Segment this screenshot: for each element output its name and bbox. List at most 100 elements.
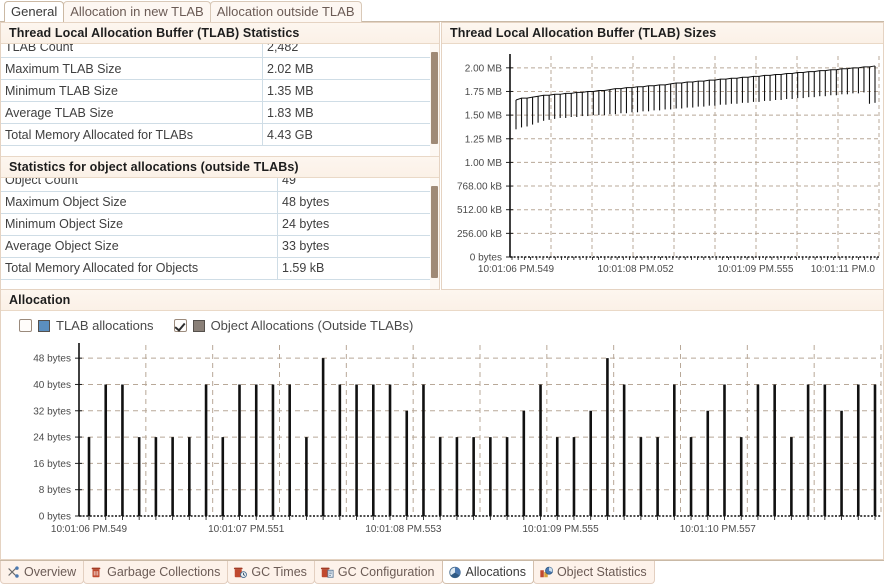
- svg-text:10:01:11 PM.0: 10:01:11 PM.0: [811, 264, 876, 275]
- svg-text:256.00 kB: 256.00 kB: [457, 229, 502, 240]
- row-key: Average Object Size: [1, 234, 278, 258]
- bottom-tab-gc-times[interactable]: GC Times: [227, 561, 315, 584]
- table-row[interactable]: Maximum TLAB Size 2.02 MB: [1, 57, 439, 80]
- tlab-allocations-label: TLAB allocations: [56, 318, 154, 333]
- svg-text:512.00 kB: 512.00 kB: [457, 205, 502, 216]
- tlab-allocations-checkbox[interactable]: [19, 319, 32, 332]
- statistics-panel: Thread Local Allocation Buffer (TLAB) St…: [0, 22, 440, 290]
- row-value: 4.43 GB: [262, 123, 439, 146]
- tlab-statistics-section: Thread Local Allocation Buffer (TLAB) St…: [1, 23, 439, 157]
- object-statistics-title: Statistics for object allocations (outsi…: [1, 156, 439, 178]
- object-table-scrollbar[interactable]: [430, 177, 439, 289]
- svg-text:10:01:08 PM.553: 10:01:08 PM.553: [365, 524, 442, 535]
- tlab-allocations-color-swatch: [38, 319, 50, 332]
- object-allocations-label: Object Allocations (Outside TLABs): [210, 318, 414, 333]
- svg-text:1.75 MB: 1.75 MB: [465, 87, 503, 98]
- bottom-tab-object-statistics-label: Object Statistics: [556, 565, 647, 579]
- row-key: Maximum TLAB Size: [1, 57, 263, 80]
- svg-text:10:01:06 PM.549: 10:01:06 PM.549: [51, 524, 128, 535]
- tlab-statistics-table: TLAB Count 2,482 Maximum TLAB Size 2.02 MB…: [1, 44, 439, 146]
- row-value: 2,482: [262, 44, 439, 58]
- table-row[interactable]: Object Count 49: [1, 177, 439, 192]
- row-key: Maximum Object Size: [1, 190, 278, 214]
- tab-general[interactable]: General: [4, 1, 65, 22]
- bottom-tab-bar: Overview Garbage Collections GC Times GC…: [0, 560, 884, 584]
- row-key: Object Count: [1, 177, 278, 192]
- table-row[interactable]: Total Memory Allocated for Objects 1.59 k…: [1, 256, 439, 280]
- row-key: TLAB Count: [1, 44, 263, 58]
- gc-config-icon: [320, 567, 334, 578]
- row-value: 33 bytes: [277, 234, 439, 258]
- tlab-sizes-panel: Thread Local Allocation Buffer (TLAB) Si…: [441, 22, 884, 290]
- bottom-tab-overview-label: Overview: [24, 565, 77, 579]
- svg-text:768.00 kB: 768.00 kB: [457, 182, 502, 193]
- tlab-statistics-title: Thread Local Allocation Buffer (TLAB) St…: [1, 23, 439, 44]
- object-statistics-table: Object Count 49 Maximum Object Size 48 byt…: [1, 177, 439, 280]
- svg-text:16 bytes: 16 bytes: [33, 459, 71, 470]
- overview-icon: [8, 566, 19, 578]
- tlab-statistics-body: TLAB Count 2,482 Maximum TLAB Size 2.02 MB…: [1, 44, 439, 156]
- svg-text:1.25 MB: 1.25 MB: [465, 134, 503, 145]
- bottom-tab-overview[interactable]: Overview: [0, 561, 85, 584]
- tab-allocation-outside-tlab-label: Allocation outside TLAB: [216, 4, 355, 19]
- table-row[interactable]: Total Memory Allocated for TLABs 4.43 GB: [1, 123, 439, 146]
- table-row[interactable]: Average Object Size 33 bytes: [1, 234, 439, 258]
- svg-text:1.00 MB: 1.00 MB: [465, 158, 503, 169]
- object-stats-icon: [540, 566, 553, 578]
- tlab-sizes-chart[interactable]: 2.00 MB 1.75 MB 1.50 MB 1.25 MB 1.00 MB 768.0…: [442, 44, 883, 310]
- svg-text:10:01:09 PM.555: 10:01:09 PM.555: [523, 524, 600, 535]
- svg-text:40 bytes: 40 bytes: [33, 380, 71, 391]
- gc-times-icon: [234, 567, 248, 579]
- tlab-table-scrollbar[interactable]: [430, 44, 439, 156]
- scrollbar-thumb[interactable]: [431, 185, 438, 278]
- scrollbar-thumb[interactable]: [431, 52, 438, 144]
- svg-text:8 bytes: 8 bytes: [39, 485, 71, 496]
- table-row[interactable]: TLAB Count 2,482: [1, 44, 439, 58]
- row-key: Total Memory Allocated for TLABs: [1, 123, 263, 146]
- allocation-legend: TLAB allocations Object Allocations (Out…: [1, 311, 883, 339]
- bottom-tab-gc-configuration-label: GC Configuration: [337, 565, 435, 579]
- row-value: 24 bytes: [277, 212, 439, 236]
- tab-allocation-in-new-tlab[interactable]: Allocation in new TLAB: [63, 1, 211, 22]
- top-tab-bar: General Allocation in new TLAB Allocatio…: [0, 0, 884, 22]
- object-allocations-checkbox[interactable]: [173, 319, 187, 332]
- bottom-tab-object-statistics[interactable]: Object Statistics: [532, 561, 655, 584]
- bottom-tab-garbage-collections-label: Garbage Collections: [107, 565, 221, 579]
- object-allocations-color-swatch: [192, 319, 205, 332]
- tlab-sizes-plot: 2.00 MB 1.75 MB 1.50 MB 1.25 MB 1.00 MB 768.0…: [457, 54, 880, 275]
- tab-general-label: General: [11, 4, 58, 19]
- row-key: Minimum Object Size: [1, 212, 278, 236]
- table-row[interactable]: Maximum Object Size 48 bytes: [1, 190, 439, 214]
- row-value: 49: [277, 177, 439, 192]
- bottom-tab-garbage-collections[interactable]: Garbage Collections: [83, 561, 229, 584]
- allocation-plot: 0 bytes 8 bytes 16 bytes 24 bytes 32 bytes 40…: [33, 343, 882, 535]
- row-key: Total Memory Allocated for Objects: [1, 256, 278, 280]
- svg-text:48 bytes: 48 bytes: [33, 354, 71, 365]
- bottom-tab-gc-times-label: GC Times: [251, 565, 307, 579]
- svg-text:24 bytes: 24 bytes: [33, 433, 71, 444]
- allocation-chart[interactable]: 0 bytes 8 bytes 16 bytes 24 bytes 32 bytes 40…: [1, 339, 883, 559]
- table-row[interactable]: Average TLAB Size 1.83 MB: [1, 101, 439, 124]
- object-statistics-section: Statistics for object allocations (outsi…: [1, 156, 439, 289]
- object-statistics-body: Object Count 49 Maximum Object Size 48 byt…: [1, 177, 439, 289]
- svg-text:10:01:08 PM.052: 10:01:08 PM.052: [598, 264, 675, 275]
- row-value: 1.83 MB: [262, 101, 439, 124]
- bottom-tab-allocations-label: Allocations: [465, 565, 526, 579]
- pie-chart-icon: [448, 566, 461, 579]
- table-row[interactable]: Minimum Object Size 24 bytes: [1, 212, 439, 236]
- upper-region: Thread Local Allocation Buffer (TLAB) St…: [0, 22, 884, 290]
- row-value: 1.35 MB: [262, 79, 439, 102]
- svg-text:32 bytes: 32 bytes: [33, 406, 71, 417]
- tlab-sizes-title: Thread Local Allocation Buffer (TLAB) Si…: [442, 23, 883, 44]
- bottom-tab-allocations[interactable]: Allocations: [441, 561, 534, 584]
- table-row[interactable]: Minimum TLAB Size 1.35 MB: [1, 79, 439, 102]
- row-key: Minimum TLAB Size: [1, 79, 263, 102]
- svg-text:2.00 MB: 2.00 MB: [465, 63, 503, 74]
- bottom-tab-gc-configuration[interactable]: GC Configuration: [313, 561, 443, 584]
- row-value: 1.59 kB: [277, 256, 439, 280]
- allocation-panel: Allocation TLAB allocations Object Alloc…: [0, 290, 884, 560]
- row-value: 2.02 MB: [262, 57, 439, 80]
- row-value: 48 bytes: [277, 190, 439, 214]
- svg-text:1.50 MB: 1.50 MB: [465, 111, 503, 122]
- tab-allocation-outside-tlab[interactable]: Allocation outside TLAB: [209, 1, 362, 22]
